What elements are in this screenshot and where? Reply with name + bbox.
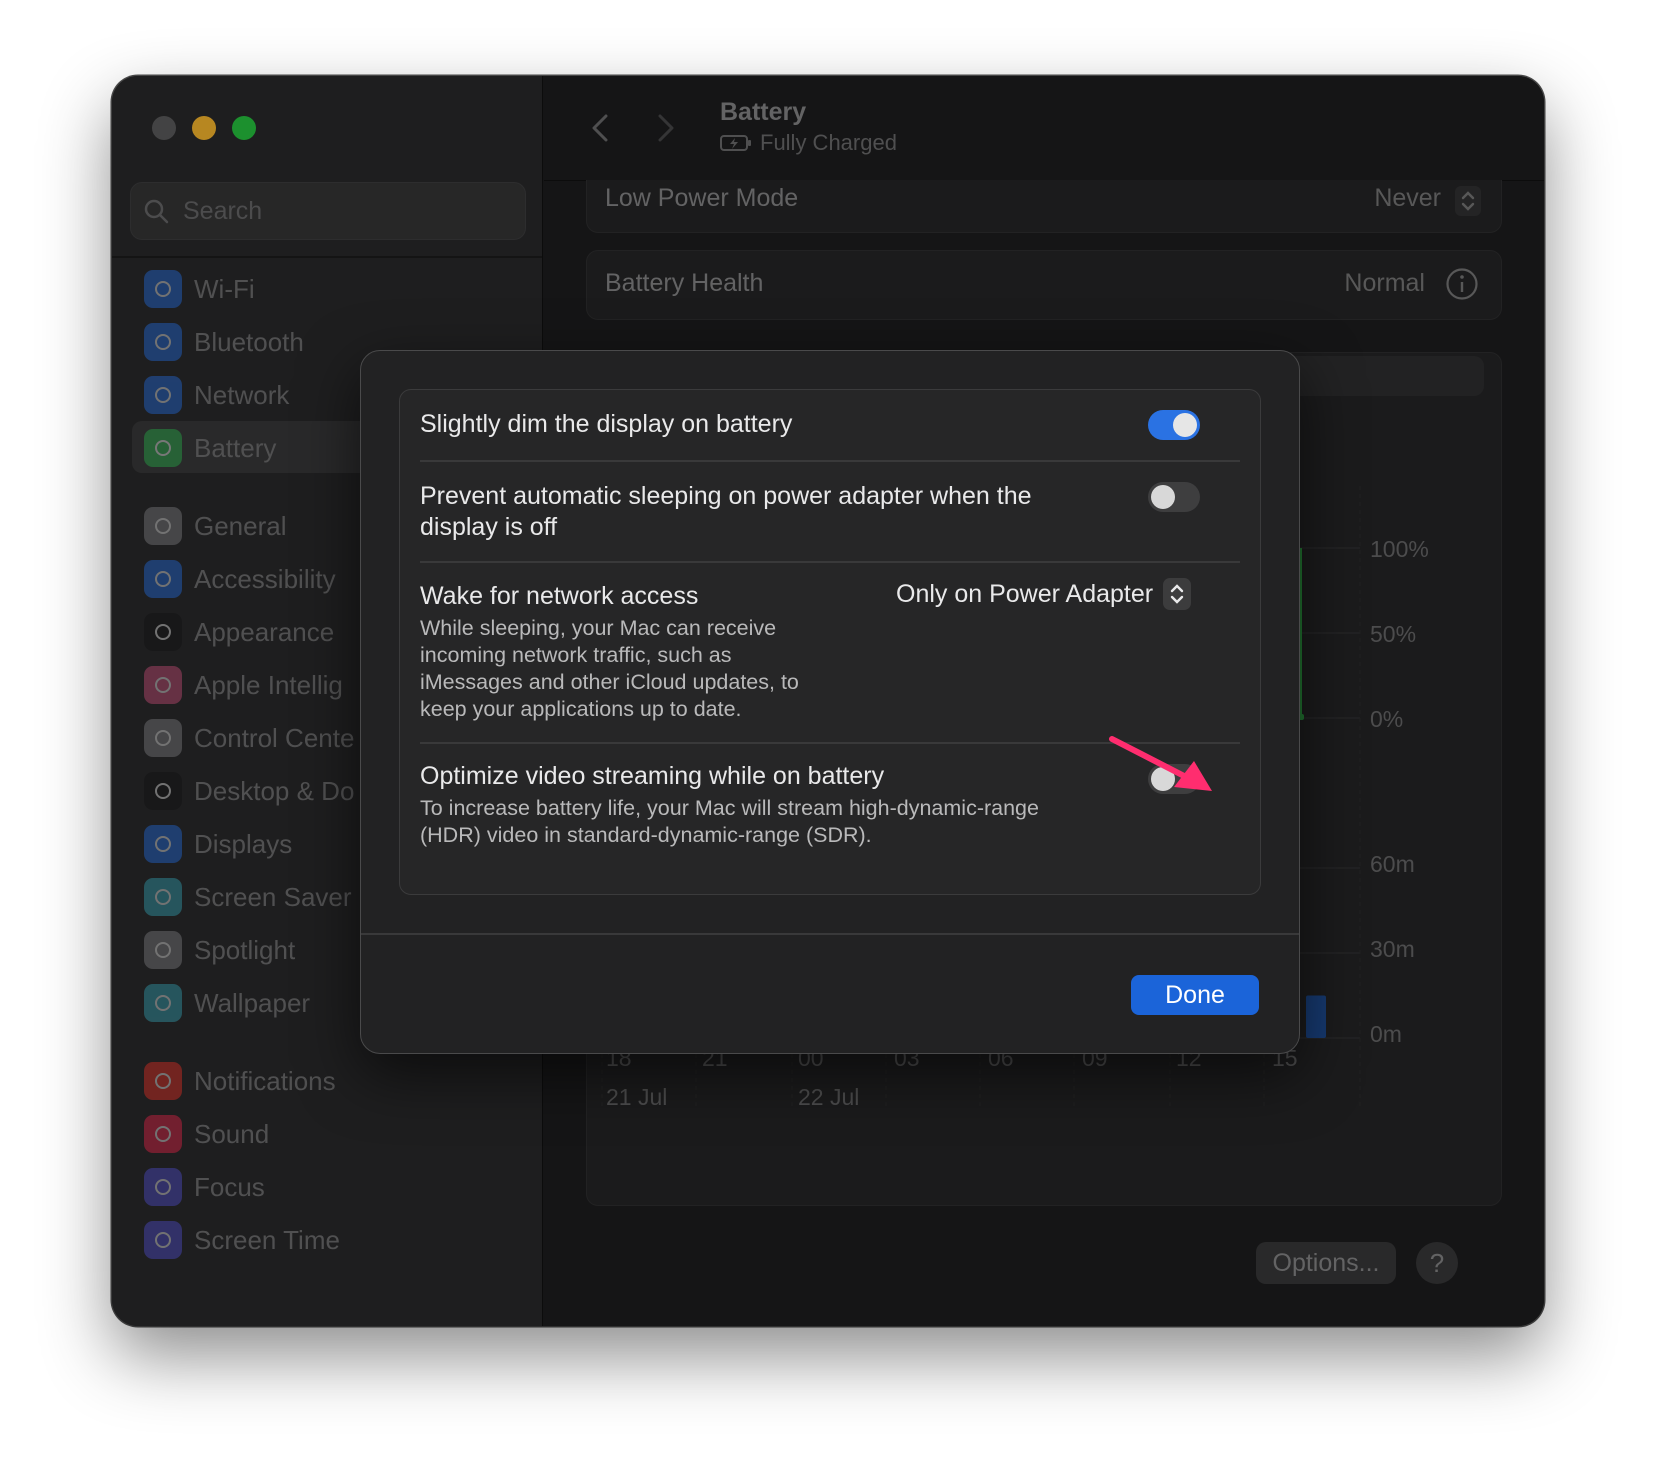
sidebar-item-label: Appearance	[194, 617, 335, 647]
desktop-dock-icon	[144, 772, 182, 810]
prevent-sleep-label-line1: Prevent automatic sleeping on power adap…	[420, 482, 1032, 510]
sidebar-item-label: Screen Saver	[194, 882, 352, 912]
dim-display-toggle[interactable]	[1148, 410, 1200, 440]
magnifier-icon	[144, 931, 182, 969]
globe-icon	[144, 376, 182, 414]
search-icon	[144, 199, 169, 224]
sheet-footer-separator	[361, 933, 1299, 935]
battery-options-sheet: Slightly dim the display on battery Prev…	[360, 350, 1300, 1054]
sidebar-item-label: Displays	[194, 829, 293, 859]
flower-icon	[144, 984, 182, 1022]
minimize-window-button[interactable]	[192, 116, 216, 140]
apple-intelligence-icon	[144, 666, 182, 704]
sidebar-item-sound[interactable]: Sound	[132, 1107, 522, 1159]
help-button[interactable]: ?	[1416, 1242, 1458, 1284]
sidebar-item-label: Sound	[194, 1119, 270, 1149]
date-label-22-jul: 22 Jul	[798, 1084, 860, 1110]
options-group: Slightly dim the display on battery Prev…	[399, 389, 1261, 895]
accessibility-icon	[144, 560, 182, 598]
wifi-icon	[144, 270, 182, 308]
sidebar-item-label: Screen Time	[194, 1225, 340, 1255]
bell-icon	[144, 1062, 182, 1100]
sidebar-item-label: Apple Intellig	[194, 670, 343, 700]
sidebar-item-label: Notifications	[194, 1066, 336, 1096]
wake-network-desc-line1: While sleeping, your Mac can receive	[420, 616, 777, 640]
sidebar-item-label: Bluetooth	[194, 327, 304, 357]
sidebar-item-label: General	[194, 511, 287, 541]
screen-saver-icon	[144, 878, 182, 916]
sidebar-item-label: Wallpaper	[194, 988, 311, 1018]
toggle-knob	[1151, 485, 1175, 509]
sidebar-divider	[112, 256, 542, 258]
sidebar-item-label: Battery	[194, 433, 277, 463]
date-label-21-jul: 21 Jul	[606, 1084, 668, 1110]
usage-tick-60: 60m	[1370, 851, 1415, 877]
wake-network-label: Wake for network access	[420, 582, 699, 610]
annotation-arrow-icon	[1109, 736, 1212, 791]
sun-icon	[144, 825, 182, 863]
wake-network-desc-line4: keep your applications up to date.	[420, 697, 742, 721]
zoom-window-button[interactable]	[232, 116, 256, 140]
prevent-sleep-toggle[interactable]	[1148, 482, 1200, 512]
wake-network-value: Only on Power Adapter	[896, 579, 1154, 608]
search-placeholder: Search	[183, 197, 263, 225]
sidebar-item-label: Accessibility	[194, 564, 336, 594]
speaker-icon	[144, 1115, 182, 1153]
level-tick-50: 50%	[1370, 621, 1417, 647]
video-streaming-desc-line1: To increase battery life, your Mac will …	[420, 796, 1039, 820]
sidebar-item-label: Control Cente	[194, 723, 355, 753]
video-streaming-label: Optimize video streaming while on batter…	[420, 762, 885, 790]
search-field[interactable]: Search	[130, 182, 526, 240]
prevent-sleep-label-line2: display is off	[420, 513, 558, 541]
sidebar-item-focus[interactable]: Focus	[132, 1160, 522, 1212]
moon-icon	[144, 1168, 182, 1206]
done-button[interactable]: Done	[1131, 975, 1259, 1015]
wake-network-stepper[interactable]	[1163, 578, 1192, 610]
wake-network-desc-line2: incoming network traffic, such as	[420, 643, 732, 667]
sidebar-item-screen-time[interactable]: Screen Time	[132, 1213, 522, 1265]
options-button[interactable]: Options...	[1256, 1242, 1396, 1284]
battery-icon	[144, 429, 182, 467]
row-separator	[420, 561, 1240, 563]
sidebar-item-label: Network	[194, 380, 290, 410]
dim-display-label: Slightly dim the display on battery	[420, 410, 793, 438]
bluetooth-icon	[144, 323, 182, 361]
sidebar-item-label: Focus	[194, 1172, 265, 1202]
wake-network-popup[interactable]: Only on Power Adapter	[896, 578, 1192, 610]
wake-network-desc-line3: iMessages and other iCloud updates, to	[420, 670, 799, 694]
usage-bar	[1306, 995, 1326, 1038]
usage-tick-30: 30m	[1370, 936, 1415, 962]
usage-tick-0: 0m	[1370, 1021, 1402, 1047]
control-center-icon	[144, 719, 182, 757]
level-tick-100: 100%	[1370, 536, 1429, 562]
video-streaming-desc-line2: (HDR) video in standard-dynamic-range (S…	[420, 823, 872, 847]
row-separator	[420, 460, 1240, 462]
level-tick-0: 0%	[1370, 706, 1404, 732]
close-window-button[interactable]	[152, 116, 176, 140]
appearance-icon	[144, 613, 182, 651]
sidebar-item-label: Wi-Fi	[194, 274, 255, 304]
chevron-updown-icon	[1170, 584, 1184, 604]
hourglass-icon	[144, 1221, 182, 1259]
sidebar-item-label: Spotlight	[194, 935, 296, 965]
sidebar-item-wi-fi[interactable]: Wi-Fi	[132, 262, 522, 314]
sidebar-item-label: Desktop & Do	[194, 776, 355, 806]
gear-icon	[144, 507, 182, 545]
sidebar-item-notifications[interactable]: Notifications	[132, 1054, 522, 1106]
toggle-knob	[1173, 413, 1197, 437]
